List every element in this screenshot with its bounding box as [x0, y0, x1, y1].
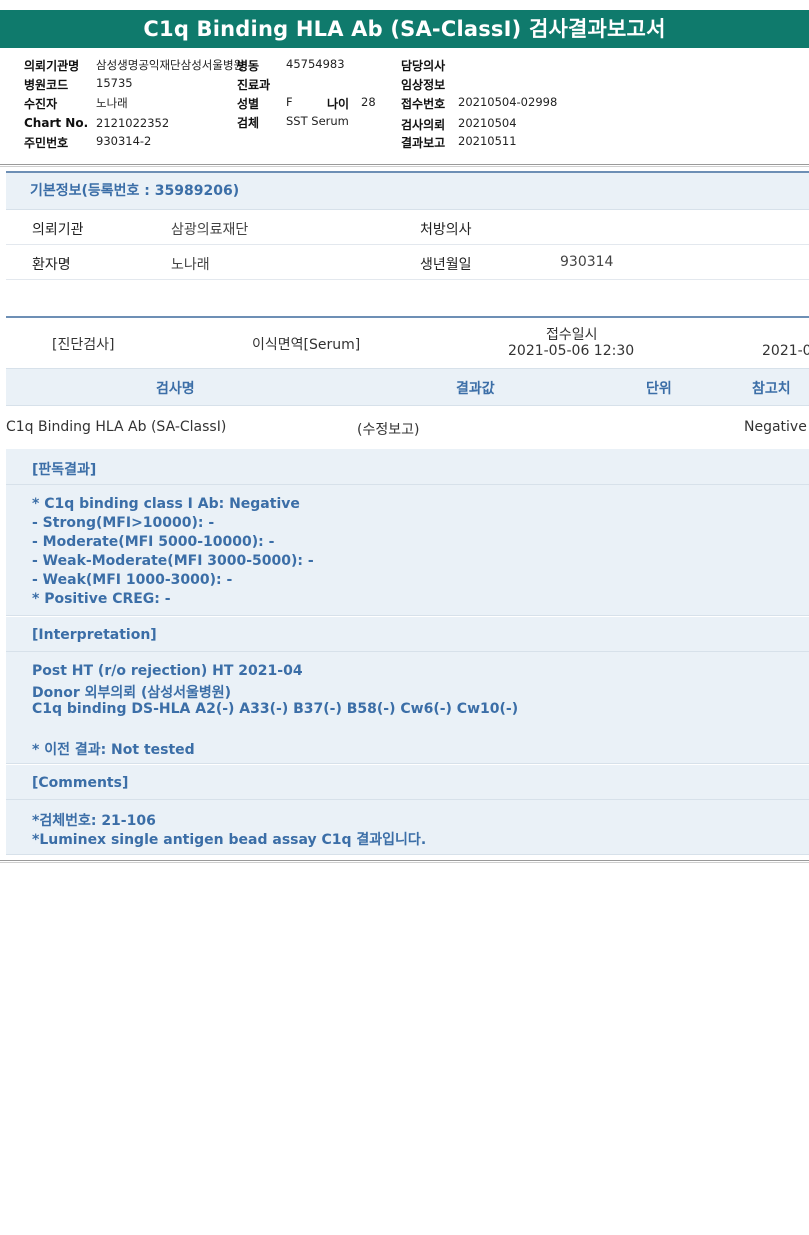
- interpretation-body: Post HT (r/o rejection) HT 2021-04 Donor…: [6, 652, 809, 764]
- interpretation-line-5: * 이전 결과: Not tested: [32, 742, 195, 758]
- col-head-result: 결과값: [456, 381, 495, 397]
- header-value-institution: 삼성생명공익재단삼성서울병원: [96, 58, 245, 72]
- basic-value-birth: 930314: [560, 254, 614, 270]
- header-label-age: 나이: [327, 97, 350, 111]
- header-label-report-date: 결과보고: [401, 136, 446, 150]
- header-label-specimen: 검체: [237, 116, 260, 130]
- judgement-body: * C1q binding class I Ab: Negative - Str…: [6, 485, 809, 616]
- basic-label-doctor: 처방의사: [420, 222, 472, 238]
- header-label-request-date: 검사의뢰: [401, 118, 446, 132]
- basic-value-institution: 삼광의료재단: [171, 222, 249, 238]
- received-label: 접수일시: [546, 327, 598, 343]
- result-value: (수정보고): [357, 422, 420, 438]
- footer-divider: [0, 860, 809, 861]
- col-head-reference: 참고치: [752, 381, 791, 397]
- header-value-sex: F: [286, 95, 293, 109]
- judgement-line-3: - Moderate(MFI 5000-10000): -: [32, 534, 275, 550]
- judgement-line-5: - Weak(MFI 1000-3000): -: [32, 572, 233, 588]
- judgement-line-1: * C1q binding class I Ab: Negative: [32, 496, 300, 512]
- comments-title: [Comments]: [32, 775, 129, 791]
- interpretation-line-1: Post HT (r/o rejection) HT 2021-04: [32, 663, 303, 679]
- exam-info-line: [진단검사] 이식면역[Serum] 접수일시 2021-05-06 12:30…: [6, 318, 809, 368]
- header-value-request-date: 20210504: [458, 116, 517, 130]
- result-test-name: C1q Binding HLA Ab (SA-ClassI): [6, 419, 227, 435]
- header-value-age: 28: [361, 95, 376, 109]
- header-value-receipt-no: 20210504-02998: [458, 95, 558, 109]
- footer-divider-shadow: [0, 862, 809, 863]
- header-label-chart-no: Chart No.: [24, 116, 89, 130]
- judgement-line-4: - Weak-Moderate(MFI 3000-5000): -: [32, 553, 314, 569]
- exam-panel: [진단검사] 이식면역[Serum] 접수일시 2021-05-06 12:30…: [6, 316, 809, 451]
- header-value-hospital-code: 15735: [96, 76, 133, 90]
- header-label-resident-no: 주민번호: [24, 136, 69, 150]
- result-reference: Negative: [744, 419, 807, 435]
- exam-category: [진단검사]: [52, 337, 115, 353]
- received-datetime-truncated: 2021-0: [762, 343, 809, 359]
- result-table-header: 검사명 결과값 단위 참고치: [6, 368, 809, 406]
- header-value-report-date: 20210511: [458, 134, 517, 148]
- comments-line-2: *Luminex single antigen bead assay C1q 결…: [32, 832, 427, 848]
- interpretation-title: [Interpretation]: [32, 627, 157, 643]
- header-label-doctor: 담당의사: [401, 59, 446, 73]
- col-head-unit: 단위: [646, 381, 672, 397]
- header-label-ward: 병동: [237, 59, 260, 73]
- judgement-line-2: - Strong(MFI>10000): -: [32, 515, 215, 531]
- basic-label-birth: 생년월일: [420, 257, 472, 273]
- basic-value-patient: 노나래: [171, 257, 210, 273]
- judgement-title: [판독결과]: [32, 462, 97, 478]
- basic-info-title: 기본정보(등록번호 : 35989206): [6, 171, 809, 210]
- basic-label-patient: 환자명: [32, 257, 71, 273]
- basic-info-row-patient: 환자명 노나래 생년월일 930314: [6, 245, 809, 280]
- header-label-hospital-code: 병원코드: [24, 78, 69, 92]
- header-divider: [0, 164, 809, 165]
- received-datetime: 2021-05-06 12:30: [508, 343, 635, 359]
- header-divider-shadow: [0, 166, 809, 167]
- report-title: C1q Binding HLA Ab (SA-ClassI) 검사결과보고서: [0, 10, 809, 48]
- interpretation-line-2: Donor 외부의뢰 (삼성서울병원): [32, 685, 232, 701]
- interpretation-line-3: C1q binding DS-HLA A2(-) A33(-) B37(-) B…: [32, 701, 519, 717]
- header-value-specimen: SST Serum: [286, 114, 349, 128]
- header-label-sex: 성별: [237, 97, 260, 111]
- interpretation-title-row: [Interpretation]: [6, 617, 809, 652]
- judgement-title-row: [판독결과]: [6, 449, 809, 485]
- basic-label-institution: 의뢰기관: [32, 222, 84, 238]
- basic-info-row-institution: 의뢰기관 삼광의료재단 처방의사: [6, 210, 809, 245]
- header-value-chart-no: 2121022352: [96, 116, 170, 130]
- header-label-clinical-info: 임상정보: [401, 78, 446, 92]
- header-label-patient: 수진자: [24, 97, 58, 111]
- comments-title-row: [Comments]: [6, 765, 809, 800]
- header-value-resident-no: 930314-2: [96, 134, 152, 148]
- exam-subcategory: 이식면역[Serum]: [252, 337, 361, 353]
- table-row: C1q Binding HLA Ab (SA-ClassI) (수정보고) Ne…: [6, 406, 809, 451]
- header-value-ward: 45754983: [286, 57, 345, 71]
- header-label-dept: 진료과: [237, 78, 271, 92]
- basic-info-panel: 기본정보(등록번호 : 35989206) 의뢰기관 삼광의료재단 처방의사 환…: [6, 171, 809, 280]
- comments-line-1: *검체번호: 21-106: [32, 813, 156, 829]
- header-label-institution: 의뢰기관명: [24, 59, 80, 73]
- header-value-patient: 노나래: [96, 96, 128, 110]
- header-label-receipt-no: 접수번호: [401, 97, 446, 111]
- col-head-test-name: 검사명: [156, 381, 195, 397]
- comments-body: *검체번호: 21-106 *Luminex single antigen be…: [6, 800, 809, 855]
- judgement-line-6: * Positive CREG: -: [32, 591, 171, 607]
